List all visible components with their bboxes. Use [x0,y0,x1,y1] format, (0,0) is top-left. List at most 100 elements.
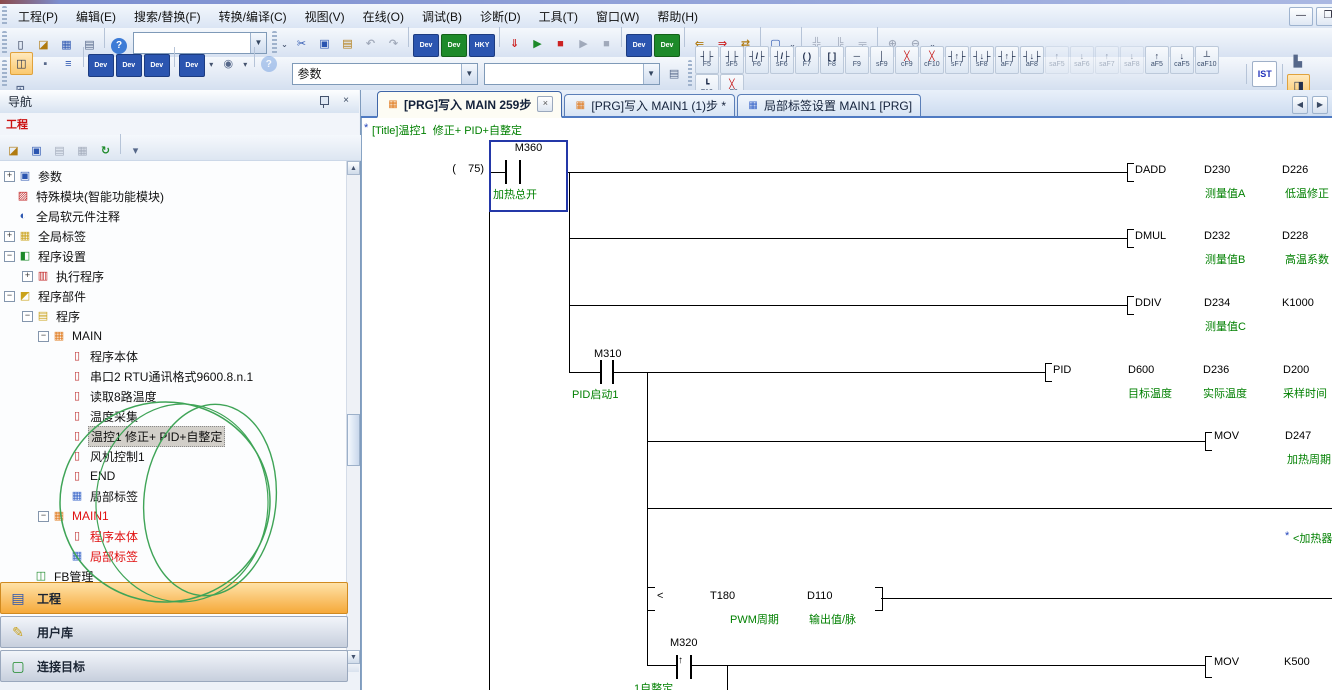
device-search-combobox[interactable]: 参数▼ [292,63,477,85]
tree-expander[interactable] [58,492,67,501]
compare-operator[interactable]: < [657,590,663,602]
menu-item[interactable]: 工具(T) [530,7,587,27]
fkey-button[interactable]: ↑saF5 [1045,46,1069,74]
copy-data-icon[interactable]: ▣ [26,140,47,161]
fkey-button[interactable]: ┤├sF5 [720,46,744,74]
instruction-ddiv[interactable]: DDIV [1135,297,1161,309]
tree-expander[interactable] [22,572,31,581]
hkey-find-icon[interactable]: HKY [469,34,495,57]
scrollbar-thumb[interactable] [347,414,360,466]
device-comment-icon[interactable]: Dev [88,54,114,77]
operand[interactable]: D234 [1204,297,1230,309]
paste-icon[interactable]: ▤ [337,33,358,54]
fkey-button[interactable]: ┤↓├sF8 [970,46,994,74]
tree-row[interactable]: ▯ 读取8路温度 [0,386,346,406]
refresh-icon[interactable]: ↻ [95,140,116,161]
tree-expander[interactable] [4,212,13,221]
dropdown-arrow-icon[interactable]: ▾ [241,54,250,75]
fkey-button[interactable]: ┤↓├aF8 [1020,46,1044,74]
fkey-button[interactable]: ┴caF10 [1195,46,1219,74]
contact-device-m310[interactable]: M310 [594,348,622,360]
fkey-button[interactable]: ┤├F5 [695,46,719,74]
contact-device-m360[interactable]: M360 [489,142,568,154]
new-data-icon[interactable]: ◪ [3,140,24,161]
tree-row[interactable]: ▨ 特殊模块(智能功能模块) [0,186,346,206]
monitor-stop-icon[interactable]: ■ [550,34,571,55]
tree-row[interactable]: − ▦ MAIN1 [0,506,346,526]
tree-row[interactable]: ▯ 温控1 修正+ PID+自整定 [0,426,346,446]
user-library-button[interactable]: ✎ 用户库 [0,616,348,648]
tree-expander[interactable] [4,192,13,201]
menu-item[interactable]: 诊断(D) [471,7,530,27]
scroll-up-icon[interactable]: ▲ [347,161,360,175]
tree-scrollbar[interactable]: ▲ ▼ [346,161,360,664]
fkey-button[interactable]: ┤↑├aF7 [995,46,1019,74]
tree-row[interactable]: ▯ 程序本体 [0,526,346,546]
ladder-editor[interactable]: * [Title]温控1 修正+ PID+自整定 ( 75) M360 加热总开… [361,118,1332,690]
fkey-button[interactable]: │sF9 [870,46,894,74]
tree-expander[interactable]: − [4,251,15,262]
tree-expander[interactable] [58,552,67,561]
tree-row[interactable]: ▦ 局部标签 [0,546,346,566]
toolbar-grip[interactable] [2,6,7,25]
fkey-button[interactable]: ┤/├sF6 [770,46,794,74]
tree-row[interactable]: ▦ 局部标签 [0,486,346,506]
menu-item[interactable]: 工程(P) [9,7,67,27]
intelligent-module-icon[interactable]: ▪ [35,53,56,74]
device-test-icon[interactable]: Dev [654,34,680,57]
close-icon[interactable]: × [537,96,553,112]
operand[interactable]: D200 [1283,364,1309,376]
tree-expander[interactable]: + [4,231,15,242]
tree-expander[interactable] [58,432,67,441]
tree-expander[interactable] [58,532,67,541]
fkey-button[interactable]: ┤↑├sF7 [945,46,969,74]
tree-expander[interactable] [58,372,67,381]
instruction-mov[interactable]: MOV [1214,430,1239,442]
tree-row[interactable]: − ◩ 程序部件 [0,286,346,306]
device-memory-icon[interactable]: Dev [116,54,142,77]
paste-data-icon[interactable]: ▤ [49,140,70,161]
monitor-find-icon[interactable]: Dev [441,34,467,57]
dropdown-arrow-icon[interactable]: ▾ [207,54,216,75]
menu-item[interactable]: 窗口(W) [587,7,648,27]
ladder-block-icon[interactable]: ▙ [1287,51,1308,72]
tree-expander[interactable]: − [38,511,49,522]
menu-item[interactable]: 帮助(H) [648,7,707,27]
tree-row[interactable]: + ▦ 全局标签 [0,226,346,246]
redo-icon[interactable]: ↷ [383,33,404,54]
tree-expander[interactable] [58,412,67,421]
project-view-button[interactable]: ▤ 工程 [0,582,348,614]
scroll-down-icon[interactable]: ▼ [347,650,360,664]
sort-icon[interactable]: ▾ [125,140,146,161]
tab-scroll-left-icon[interactable]: ◀ [1292,96,1308,114]
document-search-icon[interactable]: ▤ [664,63,685,84]
operand[interactable]: D230 [1204,164,1230,176]
operand[interactable]: T180 [710,590,735,602]
tree-expander[interactable]: − [4,291,15,302]
watch-start-icon[interactable]: ▶ [573,33,594,54]
toolbar-grip[interactable] [688,60,693,86]
watch-stop-icon[interactable]: ■ [596,34,617,55]
tree-expander[interactable]: − [22,311,33,322]
tab-main1-prg[interactable]: ▦ [PRG]写入 MAIN1 (1)步 * [564,94,735,116]
toolbar-grip[interactable] [2,31,7,54]
tree-row[interactable]: ▯ END [0,466,346,486]
connection-destination-button[interactable]: ▢ 连接目标 [0,650,348,682]
fkey-button[interactable]: ↓saF8 [1120,46,1144,74]
tree-row[interactable]: ▯ 程序本体 [0,346,346,366]
tab-scroll-right-icon[interactable]: ▶ [1312,96,1328,114]
tree-row[interactable]: − ◧ 程序设置 [0,246,346,266]
fkey-button[interactable]: ↓saF6 [1070,46,1094,74]
pin-icon[interactable] [315,93,333,110]
tree-expander[interactable] [58,352,67,361]
instruction-dadd[interactable]: DADD [1135,164,1166,176]
tree-row[interactable]: ◐ 全局软元件注释 [0,206,346,226]
device-find-icon[interactable]: Dev [413,34,439,57]
fkey-button[interactable]: ╳cF10 [920,46,944,74]
menu-item[interactable]: 编辑(E) [67,7,125,27]
tree-row[interactable]: ▯ 风机控制1 [0,446,346,466]
copy-icon[interactable]: ▣ [314,33,335,54]
contact-device-m320[interactable]: M320 [670,637,698,649]
tab-main-prg[interactable]: ▦ [PRG]写入 MAIN 259步 × [377,91,562,118]
cross-reference-icon[interactable]: ◉ [218,53,239,74]
